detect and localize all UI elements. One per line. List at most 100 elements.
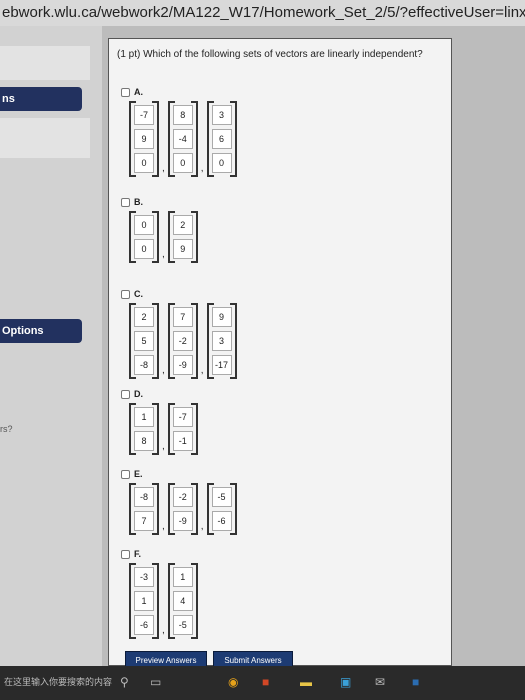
vector-entry: 9 <box>134 129 154 149</box>
column-vector: 9 3 -17 <box>206 303 237 379</box>
vector-entry: 8 <box>172 105 193 125</box>
vector-entry: -8 <box>134 355 154 375</box>
option-label: E. <box>134 469 143 479</box>
column-vector: 3 6 0 <box>206 101 237 177</box>
option-label: C. <box>134 289 143 299</box>
option-d: D. 1 8, -7 -1 <box>121 387 198 455</box>
sidebar-panel <box>0 46 90 80</box>
column-vector: 18 <box>129 403 159 455</box>
vector-entry: 2 <box>134 307 154 327</box>
option-checkbox[interactable] <box>121 289 130 299</box>
vector-separator: , <box>200 163 204 174</box>
vector-separator: , <box>200 365 204 376</box>
folder-icon[interactable]: ▬ <box>300 675 312 689</box>
option-checkbox[interactable] <box>121 469 130 479</box>
option-header: C. <box>121 287 237 301</box>
powerpoint-icon[interactable]: ■ <box>262 675 269 689</box>
vector-entry: 0 <box>134 239 154 259</box>
vector-entry: 4 <box>172 591 193 611</box>
option-e: E. -8 7, -2 -9, -5 -6 <box>121 467 237 535</box>
vector-entry: 0 <box>172 153 193 173</box>
option-label: F. <box>134 549 142 559</box>
task-view-icon[interactable]: ▭ <box>150 675 161 689</box>
sidebar: ns Options rs? <box>0 26 102 666</box>
search-icon[interactable]: ⚲ <box>120 675 129 689</box>
chrome-icon[interactable]: ◉ <box>228 675 238 689</box>
vector-entry: 0 <box>134 215 154 235</box>
vector-entry: -9 <box>172 511 193 531</box>
taskbar-search-text[interactable]: 在这里输入你要搜索的内容 <box>4 675 112 688</box>
vector-separator: , <box>162 441 165 452</box>
address-bar[interactable]: ebwork.wlu.ca/webwork2/MA122_W17/Homewor… <box>0 0 525 26</box>
column-vector: 1 4 -5 <box>167 563 198 639</box>
problem-panel: (1 pt) Which of the following sets of ve… <box>108 38 452 669</box>
vector-separator: , <box>162 365 165 376</box>
vector-entry: -8 <box>134 487 154 507</box>
option-checkbox[interactable] <box>121 87 130 97</box>
vector-entry: -7 <box>134 105 154 125</box>
vector-entry: -6 <box>134 615 154 635</box>
option-f: F. -3 1 -6, 1 4 -5 <box>121 547 198 639</box>
vector-row: -3 1 -6, 1 4 -5 <box>129 563 198 639</box>
option-b: B. 0 0, 2 9 <box>121 195 198 263</box>
mail-icon[interactable]: ✉ <box>375 675 385 689</box>
option-checkbox[interactable] <box>121 197 130 207</box>
column-vector: 00 <box>129 211 159 263</box>
column-vector: 2 5 -8 <box>129 303 159 379</box>
column-vector: -7 -1 <box>167 403 198 455</box>
taskbar: 在这里输入你要搜索的内容 ⚲ ▭ ◉ ■ ▬ ▣ ✉ ■ <box>0 666 525 700</box>
vector-entry: 3 <box>211 105 232 125</box>
vector-separator: , <box>162 625 165 636</box>
vector-entry: 8 <box>134 431 154 451</box>
option-header: E. <box>121 467 237 481</box>
column-vector: 8 -4 0 <box>167 101 198 177</box>
vector-entry: 0 <box>134 153 154 173</box>
store-icon[interactable]: ▣ <box>340 675 351 689</box>
option-checkbox[interactable] <box>121 549 130 559</box>
vector-separator: , <box>200 521 204 532</box>
vector-entry: -2 <box>172 331 193 351</box>
vector-entry: 6 <box>211 129 232 149</box>
vector-entry: -5 <box>172 615 193 635</box>
vector-entry: -17 <box>211 355 232 375</box>
vector-entry: 1 <box>134 591 154 611</box>
column-vector: -2 -9 <box>167 483 198 535</box>
vector-row: 1 8, -7 -1 <box>129 403 198 455</box>
vector-entry: -6 <box>211 511 232 531</box>
vector-row: -7 9 0, 8 -4 0, 3 6 0 <box>129 101 237 177</box>
vector-entry: 9 <box>211 307 232 327</box>
vector-row: -8 7, -2 -9, -5 -6 <box>129 483 237 535</box>
option-header: B. <box>121 195 198 209</box>
vector-entry: -4 <box>172 129 193 149</box>
column-vector: -7 9 0 <box>129 101 159 177</box>
vector-entry: 9 <box>172 239 193 259</box>
column-vector: -3 1 -6 <box>129 563 159 639</box>
option-checkbox[interactable] <box>121 389 130 399</box>
sidebar-item-ns[interactable]: ns <box>0 87 82 111</box>
sidebar-text: rs? <box>0 424 13 434</box>
column-vector: 7 -2 -9 <box>167 303 198 379</box>
vector-row: 00,29 <box>129 211 198 263</box>
vector-entry: -7 <box>172 407 193 427</box>
column-vector: -8 7 <box>129 483 159 535</box>
sidebar-panel <box>0 118 90 158</box>
sidebar-item-options[interactable]: Options <box>0 319 82 343</box>
vector-entry: 7 <box>134 511 154 531</box>
problem-prompt: (1 pt) Which of the following sets of ve… <box>117 49 423 60</box>
option-a: A. -7 9 0, 8 -4 0, 3 6 0 <box>121 85 237 177</box>
vector-entry: -2 <box>172 487 193 507</box>
vector-separator: , <box>162 521 165 532</box>
vector-separator: , <box>162 249 165 260</box>
option-header: A. <box>121 85 237 99</box>
vector-entry: -1 <box>172 431 193 451</box>
vector-entry: -5 <box>211 487 232 507</box>
option-label: B. <box>134 197 143 207</box>
vector-entry: 1 <box>134 407 154 427</box>
vector-row: 2 5 -8, 7 -2 -9, 9 3 -17 <box>129 303 237 379</box>
option-c: C. 2 5 -8, 7 -2 -9, 9 3 -17 <box>121 287 237 379</box>
option-label: D. <box>134 389 143 399</box>
vector-entry: 3 <box>211 331 232 351</box>
word-icon[interactable]: ■ <box>412 675 419 689</box>
option-header: D. <box>121 387 198 401</box>
vector-entry: 0 <box>211 153 232 173</box>
